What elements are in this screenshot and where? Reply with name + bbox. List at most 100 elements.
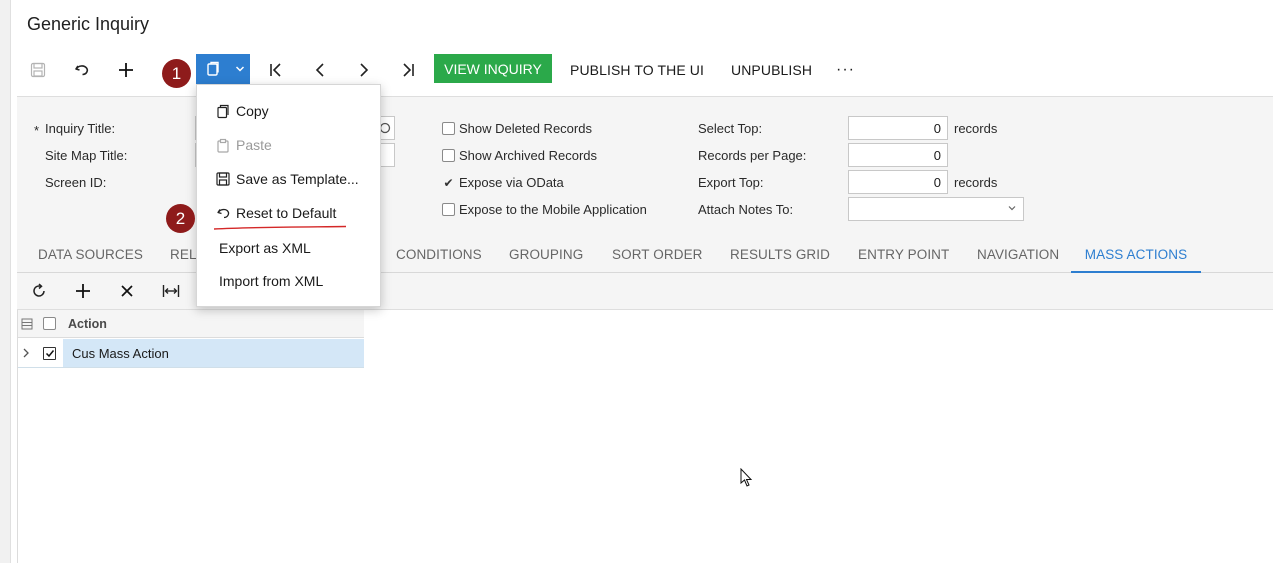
tab-mass-actions-label: MASS ACTIONS — [1084, 246, 1188, 262]
page-title: Generic Inquiry — [27, 14, 150, 34]
menu-item-import-xml-label: Import from XML — [219, 273, 324, 289]
records-per-page-input[interactable]: 0 — [848, 143, 948, 167]
fit-columns-button[interactable] — [157, 277, 185, 305]
expose-mobile-label: Expose to the Mobile Application — [459, 202, 647, 217]
annotation-badge-2: 2 — [166, 204, 195, 233]
select-all-checkbox[interactable] — [43, 317, 56, 330]
undo-button[interactable] — [68, 56, 96, 84]
clipboard-button[interactable] — [196, 54, 230, 84]
grid-header: Action — [18, 310, 364, 338]
tab-grouping[interactable]: GROUPING — [509, 236, 583, 272]
refresh-icon — [33, 283, 45, 297]
chevron-down-icon — [235, 66, 245, 72]
check-mark-icon[interactable]: ✔ — [442, 176, 455, 190]
clipboard-split-button[interactable] — [196, 54, 250, 84]
export-top-label: Export Top: — [698, 175, 764, 190]
left-edge-panel — [0, 0, 11, 563]
copy-icon — [215, 103, 231, 119]
save-icon — [30, 62, 46, 78]
attach-notes-label: Attach Notes To: — [698, 202, 794, 217]
previous-record-button[interactable] — [306, 56, 334, 84]
annotation-underline — [213, 225, 347, 230]
show-deleted-records-checkbox[interactable]: Show Deleted Records — [442, 121, 592, 136]
chevron-right-icon[interactable] — [22, 347, 30, 359]
select-top-input[interactable]: 0 — [848, 116, 948, 140]
save-icon — [215, 171, 231, 187]
required-marker: * — [34, 123, 40, 138]
checkbox-box[interactable] — [442, 122, 455, 135]
tab-results-grid[interactable]: RESULTS GRID — [730, 236, 830, 272]
row-selector-icon[interactable] — [21, 318, 33, 330]
clipboard-menu: Copy Paste Save as Template... Reset to … — [196, 84, 381, 307]
tab-navigation[interactable]: NAVIGATION — [977, 236, 1059, 272]
menu-item-copy-label: Copy — [236, 103, 269, 119]
show-deleted-records-label: Show Deleted Records — [459, 121, 592, 136]
refresh-button[interactable] — [25, 277, 53, 305]
checkbox-box[interactable] — [442, 203, 455, 216]
previous-icon — [315, 63, 324, 77]
clipboard-icon — [207, 61, 219, 76]
last-record-icon — [403, 63, 414, 77]
menu-item-export-xml-label: Export as XML — [219, 240, 311, 256]
expose-via-odata-label: Expose via OData — [459, 175, 564, 190]
checkbox-box[interactable] — [442, 149, 455, 162]
menu-item-save-as-template-label: Save as Template... — [236, 171, 359, 187]
show-archived-records-checkbox[interactable]: Show Archived Records — [442, 148, 597, 163]
unpublish-button[interactable]: UNPUBLISH — [727, 56, 816, 84]
expose-mobile-checkbox[interactable]: Expose to the Mobile Application — [442, 202, 647, 217]
next-icon — [360, 63, 369, 77]
inquiry-title-label: Inquiry Title: — [45, 121, 116, 136]
undo-icon — [215, 205, 231, 221]
annotation-badge-1: 1 — [162, 59, 191, 88]
save-button[interactable] — [24, 56, 52, 84]
row-checkbox[interactable] — [43, 347, 56, 360]
paste-icon — [215, 137, 231, 153]
menu-item-reset-to-default[interactable]: Reset to Default — [197, 198, 382, 228]
last-record-button[interactable] — [394, 56, 422, 84]
menu-item-paste-label: Paste — [236, 137, 272, 153]
attach-notes-select[interactable] — [848, 197, 1024, 221]
tab-relations[interactable]: REL — [170, 236, 197, 272]
tab-sort-order[interactable]: SORT ORDER — [612, 236, 703, 272]
menu-item-reset-to-default-label: Reset to Default — [236, 205, 337, 221]
tab-conditions[interactable]: CONDITIONS — [396, 236, 482, 272]
first-record-icon — [270, 63, 281, 77]
table-row[interactable]: Cus Mass Action — [18, 339, 364, 368]
add-row-icon — [76, 284, 90, 298]
export-top-input[interactable]: 0 — [848, 170, 948, 194]
add-row-button[interactable] — [69, 277, 97, 305]
screen-id-label: Screen ID: — [45, 175, 107, 190]
menu-item-import-xml[interactable]: Import from XML — [197, 266, 382, 296]
select-top-label: Select Top: — [698, 121, 763, 136]
plus-icon — [119, 63, 133, 77]
delete-row-button[interactable] — [113, 277, 141, 305]
next-record-button[interactable] — [350, 56, 378, 84]
action-cell[interactable]: Cus Mass Action — [72, 346, 169, 361]
site-map-title-label: Site Map Title: — [45, 148, 128, 163]
column-header-action[interactable]: Action — [68, 317, 107, 331]
more-button[interactable]: ··· — [832, 56, 859, 84]
view-inquiry-button[interactable]: VIEW INQUIRY — [434, 54, 552, 83]
tab-mass-actions[interactable]: MASS ACTIONS — [1071, 236, 1201, 274]
add-button[interactable] — [112, 56, 140, 84]
first-record-button[interactable] — [262, 56, 290, 84]
export-top-suffix: records — [954, 175, 998, 190]
show-archived-records-label: Show Archived Records — [459, 148, 598, 163]
records-per-page-label: Records per Page: — [698, 148, 807, 163]
clipboard-dropdown-toggle[interactable] — [230, 54, 250, 84]
undo-icon — [75, 65, 89, 76]
chevron-down-icon — [1008, 206, 1016, 211]
mass-actions-grid: Action Cus Mass Action — [17, 310, 1273, 563]
menu-item-paste[interactable]: Paste — [197, 130, 382, 160]
menu-item-export-xml[interactable]: Export as XML — [197, 233, 382, 263]
delete-row-icon — [121, 285, 133, 297]
menu-item-copy[interactable]: Copy — [197, 96, 382, 126]
mouse-cursor-icon — [740, 468, 753, 487]
fit-columns-icon — [162, 285, 180, 297]
tab-data-sources[interactable]: DATA SOURCES — [38, 236, 143, 272]
tab-entry-point[interactable]: ENTRY POINT — [858, 236, 949, 272]
publish-to-ui-button[interactable]: PUBLISH TO THE UI — [566, 56, 708, 84]
menu-item-save-as-template[interactable]: Save as Template... — [197, 164, 382, 194]
check-mark-icon — [45, 350, 54, 358]
expose-via-odata-checkbox[interactable]: ✔ Expose via OData — [442, 175, 564, 190]
